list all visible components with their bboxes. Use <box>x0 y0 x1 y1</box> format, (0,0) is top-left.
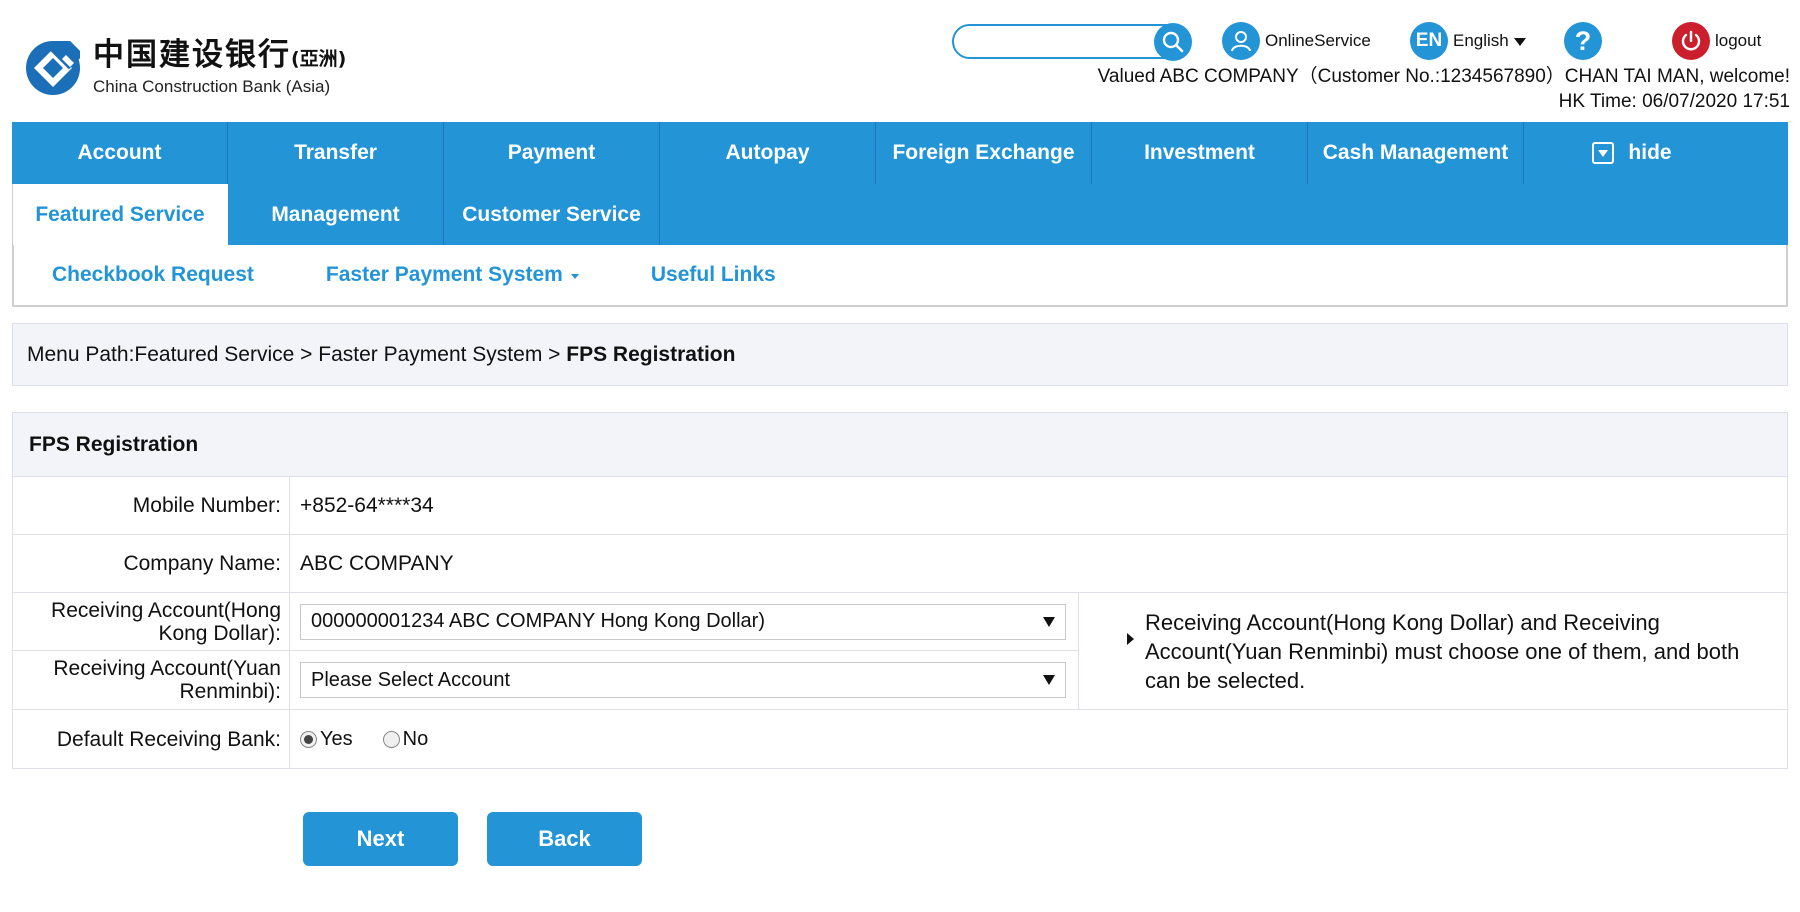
subnav-useful-links[interactable]: Useful Links <box>651 263 776 287</box>
nav-cash-management[interactable]: Cash Management <box>1308 122 1524 184</box>
bank-logo[interactable]: 中国建设银行(亞洲) China Construction Bank (Asia… <box>26 38 346 97</box>
subnav-faster-payment-system[interactable]: Faster Payment System <box>326 263 579 287</box>
nav-payment[interactable]: Payment <box>444 122 660 184</box>
radio-no-label: No <box>402 727 429 750</box>
chevron-down-icon <box>1513 38 1526 46</box>
rmb-account-row: Receiving Account(Yuan Renminbi): Please… <box>13 651 1078 709</box>
panel-title: FPS Registration <box>13 413 1787 477</box>
company-name-row: Company Name: ABC COMPANY <box>13 535 1787 593</box>
ccb-logo-icon <box>26 40 80 95</box>
nav-row-secondary: Featured Service Management Customer Ser… <box>12 184 1788 245</box>
logout-button[interactable]: logout <box>1672 22 1761 60</box>
default-bank-yes-option[interactable]: Yes <box>300 728 353 751</box>
rmb-account-selected: Please Select Account <box>311 668 511 691</box>
nav-transfer[interactable]: Transfer <box>228 122 444 184</box>
rmb-account-select[interactable]: Please Select Account <box>300 662 1066 698</box>
radio-no[interactable] <box>382 730 400 748</box>
note-text: Receiving Account(Hong Kong Dollar) and … <box>1145 609 1740 693</box>
nav-autopay[interactable]: Autopay <box>660 122 876 184</box>
rmb-account-label: Receiving Account(Yuan Renminbi): <box>13 651 290 709</box>
nav-account[interactable]: Account <box>12 122 228 184</box>
nav-foreign-exchange[interactable]: Foreign Exchange <box>876 122 1092 184</box>
default-bank-no-option[interactable]: No <box>382 727 429 751</box>
dropdown-arrow-icon <box>1043 675 1055 685</box>
nav-hide-toggle[interactable]: hide <box>1524 122 1740 184</box>
radio-selected-dot <box>304 734 313 744</box>
logout-label: logout <box>1715 31 1762 50</box>
main-navigation: Account Transfer Payment Autopay Foreign… <box>12 122 1788 307</box>
back-button[interactable]: Back <box>487 812 642 866</box>
online-service-link[interactable]: OnlineService <box>1222 22 1371 60</box>
company-name-value: ABC COMPANY <box>300 551 454 575</box>
nav-investment[interactable]: Investment <box>1092 122 1308 184</box>
collapse-icon <box>1592 142 1615 164</box>
radio-yes[interactable] <box>300 730 317 748</box>
sub-navigation: Checkbook Request Faster Payment System … <box>12 245 1788 307</box>
mobile-number-row: Mobile Number: +852-64****34 <box>13 477 1787 535</box>
subnav-fps-label: Faster Payment System <box>325 263 563 286</box>
radio-yes-label: Yes <box>320 727 353 750</box>
mobile-number-value: +852-64****34 <box>300 493 434 517</box>
hkd-account-row: Receiving Account(Hong Kong Dollar): 000… <box>13 593 1078 651</box>
power-icon <box>1672 22 1710 60</box>
hk-time: HK Time: 06/07/2020 17:51 <box>1558 91 1790 112</box>
mobile-number-label: Mobile Number: <box>13 477 290 534</box>
nav-featured-service[interactable]: Featured Service <box>12 184 228 245</box>
search-icon <box>1162 31 1184 53</box>
welcome-info: Valued ABC COMPANY（Customer No.:12345678… <box>1098 64 1790 114</box>
help-button[interactable]: ? <box>1564 22 1607 60</box>
breadcrumb: Menu Path:Featured Service > Faster Paym… <box>12 323 1788 386</box>
hkd-account-label: Receiving Account(Hong Kong Dollar): <box>13 593 290 650</box>
search-button[interactable] <box>1154 23 1192 61</box>
language-selector[interactable]: EN English <box>1410 22 1526 60</box>
welcome-message: Valued ABC COMPANY（Customer No.:12345678… <box>1097 66 1790 87</box>
next-button[interactable]: Next <box>303 812 458 866</box>
account-selection-note: Receiving Account(Hong Kong Dollar) and … <box>1079 593 1787 709</box>
default-bank-row: Default Receiving Bank: Yes No <box>13 710 1787 768</box>
hkd-account-selected: 000000001234 ABC COMPANY Hong Kong Dolla… <box>311 610 765 632</box>
receiving-accounts-block: Receiving Account(Hong Kong Dollar): 000… <box>13 593 1787 710</box>
nav-row-primary: Account Transfer Payment Autopay Foreign… <box>12 122 1788 184</box>
nav-management[interactable]: Management <box>228 184 444 245</box>
subnav-checkbook-request[interactable]: Checkbook Request <box>52 263 254 287</box>
default-bank-radio-group: Yes No <box>300 728 458 751</box>
breadcrumb-current: FPS Registration <box>566 342 736 366</box>
fps-registration-panel: FPS Registration Mobile Number: +852-64*… <box>12 412 1788 769</box>
triangle-right-icon <box>1127 633 1134 645</box>
breadcrumb-path: Menu Path:Featured Service > Faster Paym… <box>27 342 567 366</box>
language-icon: EN <box>1410 22 1448 60</box>
company-name-label: Company Name: <box>13 535 290 592</box>
user-icon <box>1222 22 1260 60</box>
default-bank-label: Default Receiving Bank: <box>13 710 290 768</box>
hkd-account-select[interactable]: 000000001234 ABC COMPANY Hong Kong Dolla… <box>300 603 1066 640</box>
chevron-down-icon <box>570 274 579 279</box>
help-icon: ? <box>1564 22 1602 60</box>
language-label: English <box>1453 31 1509 50</box>
online-service-label: OnlineService <box>1265 31 1371 50</box>
logo-english-name: China Construction Bank (Asia) <box>93 77 331 96</box>
hide-label: hide <box>1628 141 1672 164</box>
logo-chinese-name: 中国建设银行(亞洲) <box>93 37 347 73</box>
dropdown-arrow-icon <box>1043 616 1055 627</box>
nav-customer-service[interactable]: Customer Service <box>444 184 660 245</box>
